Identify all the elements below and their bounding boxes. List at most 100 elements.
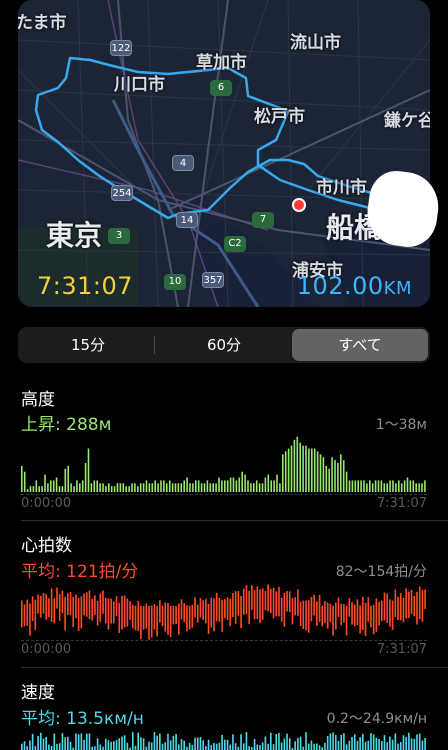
- altitude-bar: [264, 477, 267, 492]
- altitude-bar: [354, 480, 357, 492]
- altitude-bar: [23, 471, 26, 492]
- altitude-bar: [148, 483, 151, 492]
- altitude-bar: [128, 486, 130, 492]
- speed-bar: [324, 742, 326, 750]
- altitude-bar: [403, 480, 406, 492]
- altitude-bar: [226, 480, 229, 492]
- speed-bar: [413, 738, 416, 750]
- speed-bar: [364, 741, 367, 750]
- speed-bar: [218, 742, 221, 750]
- altitude-bar: [273, 480, 275, 492]
- altitude-bar: [189, 483, 191, 492]
- altitude-bar: [337, 463, 339, 492]
- altitude-bar: [348, 480, 351, 492]
- segment-15min[interactable]: 15分: [20, 329, 156, 361]
- heart-rate-bar: [356, 599, 359, 626]
- altitude-bar: [244, 474, 246, 492]
- heart-rate-bar: [291, 597, 294, 625]
- altitude-bar: [221, 480, 223, 492]
- speed-bar: [359, 737, 361, 750]
- speed-bar: [386, 742, 389, 750]
- heart-rate-bar: [351, 602, 353, 625]
- heart-rate-bar: [213, 598, 215, 632]
- heart-rate-bar: [56, 587, 58, 609]
- heart-rate-bar: [191, 604, 194, 628]
- speed-bar: [123, 735, 126, 750]
- heart-rate-bar: [199, 598, 202, 618]
- heart-rate-bar: [177, 603, 180, 635]
- heart-rate-bar: [172, 605, 175, 625]
- speed-bar: [58, 743, 61, 750]
- section-divider: [21, 667, 448, 668]
- altitude-bar: [183, 480, 185, 492]
- speed-bar: [91, 746, 93, 750]
- map-label-tama: たま市: [18, 13, 67, 33]
- altitude-bar: [215, 483, 217, 492]
- altitude-bar: [383, 483, 386, 492]
- heart-rate-bar: [232, 592, 234, 618]
- heart-rate-range: 82～154拍/分: [335, 564, 427, 580]
- heart-rate-bar: [83, 593, 85, 616]
- speed-bar: [99, 744, 102, 750]
- speed-bar: [186, 746, 188, 750]
- route-map[interactable]: たま市 草加市 流山市 川口市 松戸市 鎌ケ谷 市川市 船橋 東京 浦安市 12…: [18, 0, 430, 307]
- speed-chart: [21, 732, 426, 750]
- heart-rate-bar: [337, 597, 340, 618]
- speed-bar: [380, 741, 383, 750]
- speed-summary: 平均: 13.5км/н: [21, 709, 144, 729]
- altitude-bar: [371, 483, 374, 492]
- speed-bar: [207, 739, 210, 750]
- heart-rate-bar: [324, 601, 326, 624]
- altitude-bar: [21, 465, 23, 492]
- altitude-bar: [238, 477, 241, 492]
- speed-bar: [348, 740, 351, 750]
- heart-rate-bar: [399, 593, 402, 621]
- heart-rate-bar: [88, 590, 91, 620]
- altitude-bar: [157, 483, 159, 492]
- heart-rate-bar: [169, 605, 172, 638]
- speed-bar: [194, 737, 196, 750]
- speed-bar: [280, 742, 283, 750]
- altitude-bar: [206, 480, 209, 492]
- speed-bar: [115, 740, 118, 750]
- altitude-bar: [340, 454, 342, 492]
- heart-rate-bar: [61, 590, 64, 614]
- segment-60min[interactable]: 60分: [156, 329, 292, 361]
- heart-rate-bar: [99, 593, 102, 622]
- heart-rate-bar: [164, 602, 167, 632]
- speed-bar: [299, 736, 302, 750]
- altitude-title: 高度: [21, 390, 55, 410]
- heart-rate-bar: [229, 598, 232, 627]
- speed-bar: [232, 734, 234, 750]
- speed-bar: [23, 741, 26, 750]
- altitude-bar: [293, 439, 296, 492]
- speed-bar: [229, 744, 232, 750]
- heart-rate-bar: [104, 597, 107, 624]
- speed-bar: [153, 732, 156, 750]
- altitude-bar: [41, 486, 43, 492]
- heart-rate-bar: [251, 585, 253, 610]
- heart-rate-bar: [205, 598, 207, 624]
- altitude-bar: [325, 465, 328, 492]
- segment-all[interactable]: すべて: [292, 329, 428, 361]
- altitude-bar: [186, 477, 188, 492]
- heart-rate-bar: [26, 599, 29, 626]
- map-label-kamagaya: 鎌ケ谷: [384, 111, 430, 131]
- speed-bar: [410, 738, 413, 750]
- heart-rate-bar: [234, 591, 237, 624]
- speed-bar: [29, 740, 31, 750]
- altitude-bar: [105, 486, 107, 492]
- altitude-bar: [235, 480, 238, 492]
- altitude-bar: [424, 480, 426, 492]
- speed-bar: [378, 739, 380, 750]
- current-location-pin: [292, 198, 306, 212]
- heart-rate-bar: [416, 591, 418, 625]
- speed-bar: [140, 737, 142, 750]
- heart-rate-title: 心拍数: [21, 536, 72, 556]
- heart-rate-bar: [107, 598, 110, 630]
- heart-rate-bar: [140, 605, 142, 640]
- speed-bar: [175, 733, 177, 750]
- heart-rate-bar: [67, 593, 69, 615]
- speed-bar: [372, 734, 375, 750]
- time-range-segmented-control[interactable]: 15分 60分 すべて: [18, 327, 430, 363]
